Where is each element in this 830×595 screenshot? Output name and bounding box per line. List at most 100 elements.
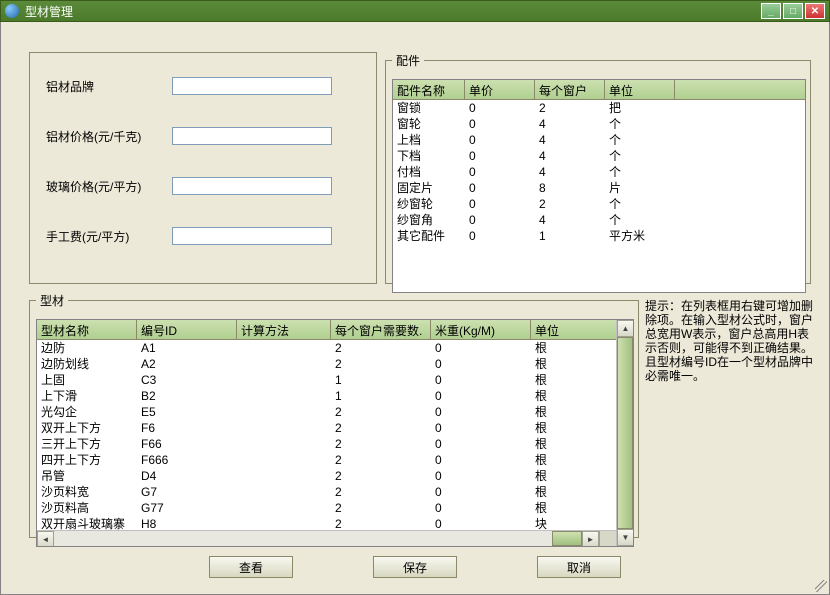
brand-input[interactable] — [172, 77, 332, 95]
maximize-button[interactable]: □ — [783, 3, 803, 19]
labor-input[interactable] — [172, 227, 332, 245]
alu-price-input[interactable] — [172, 127, 332, 145]
minimize-button[interactable]: _ — [761, 3, 781, 19]
hscroll-right-icon[interactable]: ► — [582, 531, 599, 546]
table-row[interactable]: 纱窗轮02个 — [393, 196, 805, 212]
vscroll-up-icon[interactable]: ▲ — [617, 320, 634, 337]
table-row[interactable]: 纱窗角04个 — [393, 212, 805, 228]
table-row[interactable]: 其它配件01平方米 — [393, 228, 805, 244]
cancel-button[interactable]: 取消 — [537, 556, 621, 578]
parts-col-per[interactable]: 每个窗户 — [535, 80, 605, 99]
glass-price-input[interactable] — [172, 177, 332, 195]
vscroll-thumb[interactable] — [617, 337, 633, 529]
table-cell: 0 — [465, 180, 535, 196]
profiles-vscroll[interactable]: ▲ ▼ — [616, 320, 633, 546]
table-row[interactable]: 吊管D420根 — [37, 468, 616, 484]
table-cell: 个 — [605, 164, 675, 180]
table-cell: 1 — [535, 228, 605, 244]
table-cell: 四开上下方 — [37, 452, 137, 468]
close-button[interactable]: ✕ — [805, 3, 825, 19]
table-cell: 0 — [465, 164, 535, 180]
table-cell: 4 — [535, 116, 605, 132]
table-row[interactable]: 光勾企E520根 — [37, 404, 616, 420]
window-title: 型材管理 — [25, 3, 759, 20]
table-cell: 0 — [431, 516, 531, 530]
table-row[interactable]: 双开上下方F620根 — [37, 420, 616, 436]
table-cell: 4 — [535, 148, 605, 164]
profiles-col-calc[interactable]: 计算方法 — [237, 320, 331, 339]
table-cell: A1 — [137, 340, 237, 356]
table-cell — [237, 420, 331, 436]
table-row[interactable]: 窗锁02把 — [393, 100, 805, 116]
parts-listview[interactable]: 配件名称 单价 每个窗户 单位 窗锁02把窗轮04个上档04个下档04个付档04… — [392, 79, 806, 293]
table-row[interactable]: 四开上下方F66620根 — [37, 452, 616, 468]
profiles-col-per[interactable]: 每个窗户需要数. — [331, 320, 431, 339]
glass-price-label: 玻璃价格(元/平方) — [46, 178, 172, 195]
hscroll-thumb[interactable] — [552, 531, 582, 546]
profiles-listview[interactable]: 型材名称 编号ID 计算方法 每个窗户需要数. 米重(Kg/M) 单位 边防A1… — [36, 319, 634, 547]
labor-label: 手工费(元/平方) — [46, 228, 172, 245]
table-cell: 0 — [465, 148, 535, 164]
table-cell — [237, 388, 331, 404]
profiles-hscroll[interactable]: ◄ ► — [37, 530, 616, 546]
table-row[interactable]: 上档04个 — [393, 132, 805, 148]
table-cell — [237, 500, 331, 516]
profiles-col-weight[interactable]: 米重(Kg/M) — [431, 320, 531, 339]
parts-col-price[interactable]: 单价 — [465, 80, 535, 99]
table-cell: 窗锁 — [393, 100, 465, 116]
table-cell: 根 — [531, 468, 616, 484]
table-cell: 其它配件 — [393, 228, 465, 244]
table-cell — [237, 372, 331, 388]
table-cell: 0 — [431, 436, 531, 452]
table-row[interactable]: 固定片08片 — [393, 180, 805, 196]
table-cell: 固定片 — [393, 180, 465, 196]
profiles-col-name[interactable]: 型材名称 — [37, 320, 137, 339]
table-cell — [237, 484, 331, 500]
hint-text: 提示：在列表框用右键可增加删除项。在输入型材公式时，窗户总宽用W表示，窗户总高用… — [645, 299, 813, 383]
resize-grip-icon[interactable] — [815, 580, 827, 592]
table-row[interactable]: 付档04个 — [393, 164, 805, 180]
save-button[interactable]: 保存 — [373, 556, 457, 578]
table-cell: 根 — [531, 500, 616, 516]
table-cell: 沙页料宽 — [37, 484, 137, 500]
profiles-col-id[interactable]: 编号ID — [137, 320, 237, 339]
table-cell: 付档 — [393, 164, 465, 180]
table-cell: 0 — [431, 356, 531, 372]
table-cell: D4 — [137, 468, 237, 484]
table-row[interactable]: 窗轮04个 — [393, 116, 805, 132]
table-cell: 2 — [331, 452, 431, 468]
table-row[interactable]: 上下滑B210根 — [37, 388, 616, 404]
table-cell: 0 — [465, 212, 535, 228]
view-button[interactable]: 查看 — [209, 556, 293, 578]
profiles-col-unit[interactable]: 单位 — [531, 320, 616, 339]
table-cell: 0 — [431, 372, 531, 388]
table-cell: 0 — [431, 468, 531, 484]
table-cell: F6 — [137, 420, 237, 436]
table-row[interactable]: 双开扇斗玻璃寨H820块 — [37, 516, 616, 530]
hscroll-left-icon[interactable]: ◄ — [37, 531, 54, 546]
table-cell: B2 — [137, 388, 237, 404]
table-row[interactable]: 边防A120根 — [37, 340, 616, 356]
table-cell: 0 — [431, 452, 531, 468]
table-row[interactable]: 沙页料宽G720根 — [37, 484, 616, 500]
parts-header[interactable]: 配件名称 单价 每个窗户 单位 — [393, 80, 805, 100]
table-cell: 下档 — [393, 148, 465, 164]
titlebar[interactable]: 型材管理 _ □ ✕ — [0, 0, 830, 22]
profiles-header[interactable]: 型材名称 编号ID 计算方法 每个窗户需要数. 米重(Kg/M) 单位 — [37, 320, 616, 340]
table-row[interactable]: 上固C310根 — [37, 372, 616, 388]
table-cell: 根 — [531, 484, 616, 500]
parts-col-name[interactable]: 配件名称 — [393, 80, 465, 99]
table-cell — [237, 452, 331, 468]
table-cell: 根 — [531, 356, 616, 372]
table-cell: 2 — [331, 468, 431, 484]
table-row[interactable]: 沙页料高G7720根 — [37, 500, 616, 516]
table-cell: C3 — [137, 372, 237, 388]
table-cell: 沙页料高 — [37, 500, 137, 516]
vscroll-down-icon[interactable]: ▼ — [617, 529, 634, 546]
table-row[interactable]: 三开上下方F6620根 — [37, 436, 616, 452]
table-cell — [237, 356, 331, 372]
parts-col-unit[interactable]: 单位 — [605, 80, 675, 99]
table-row[interactable]: 下档04个 — [393, 148, 805, 164]
table-row[interactable]: 边防划线A220根 — [37, 356, 616, 372]
table-cell: 根 — [531, 388, 616, 404]
